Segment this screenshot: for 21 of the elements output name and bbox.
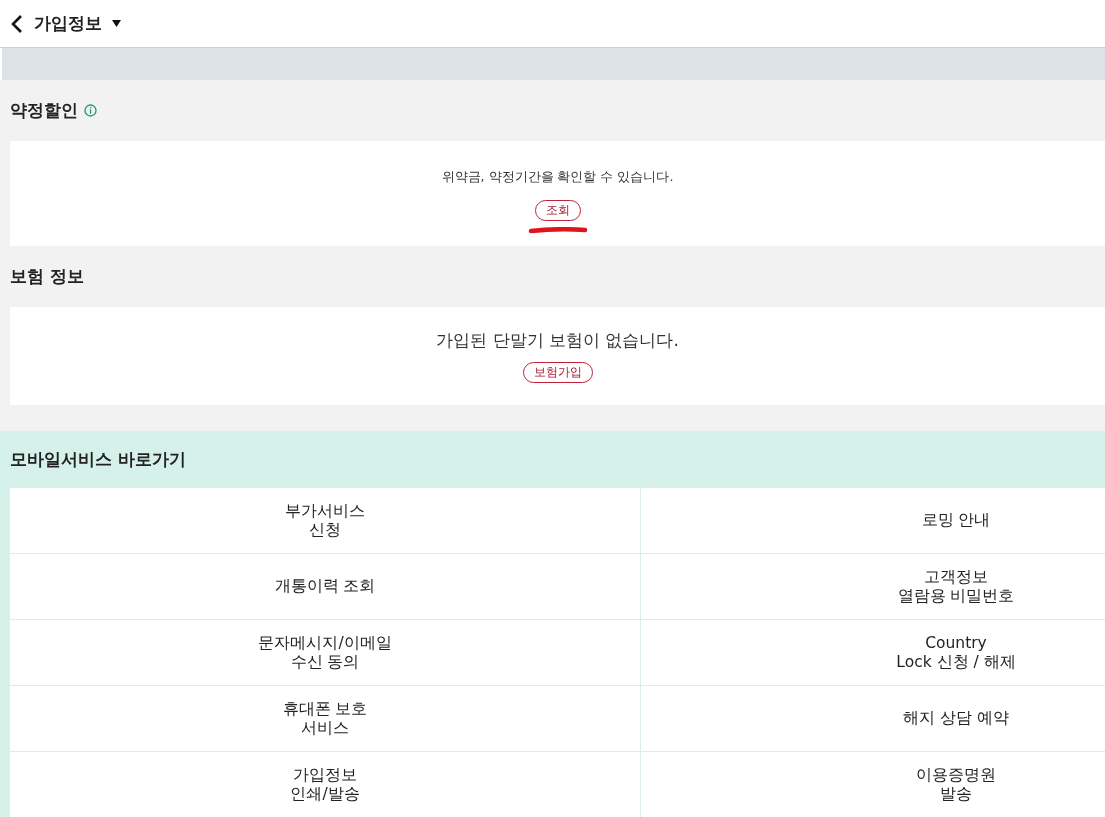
dropdown-caret-icon[interactable] — [112, 20, 121, 27]
info-message: 가입된 단말기 보험이 없습니다. — [436, 329, 679, 352]
action-button[interactable]: 보험가입 — [522, 362, 593, 383]
shortcut-link[interactable]: 개통이력 조회 — [274, 577, 376, 596]
shortcut-link[interactable]: 고객정보 열람용 비밀번호 — [897, 567, 1015, 606]
action-button[interactable]: 조회 — [534, 200, 581, 221]
shortcut-link[interactable]: Country Lock 신청 / 해제 — [896, 633, 1016, 672]
shortcut-link[interactable]: 가입정보 인쇄/발송 — [290, 765, 360, 804]
section-title: 보험 정보 — [10, 265, 84, 288]
section-title: 모바일서비스 바로가기 — [10, 448, 186, 471]
shortcut-link[interactable]: 부가서비스 신청 — [285, 501, 365, 540]
info-message: 위약금, 약정기간을 확인할 수 있습니다. — [441, 169, 674, 186]
shortcut-link[interactable]: 로밍 안내 — [921, 511, 991, 530]
section-title: 약정할인 — [10, 99, 78, 122]
shortcut-link[interactable]: 해지 상담 예약 — [903, 709, 1009, 728]
info-icon[interactable] — [84, 104, 97, 117]
page-title[interactable]: 가입정보 — [34, 12, 102, 35]
shortcut-link[interactable]: 이용증명원 발송 — [916, 765, 996, 804]
shortcut-link[interactable]: 휴대폰 보호 서비스 — [282, 699, 368, 738]
back-icon[interactable] — [10, 13, 24, 34]
shortcut-link[interactable]: 문자메시지/이메일 수신 동의 — [258, 633, 392, 672]
